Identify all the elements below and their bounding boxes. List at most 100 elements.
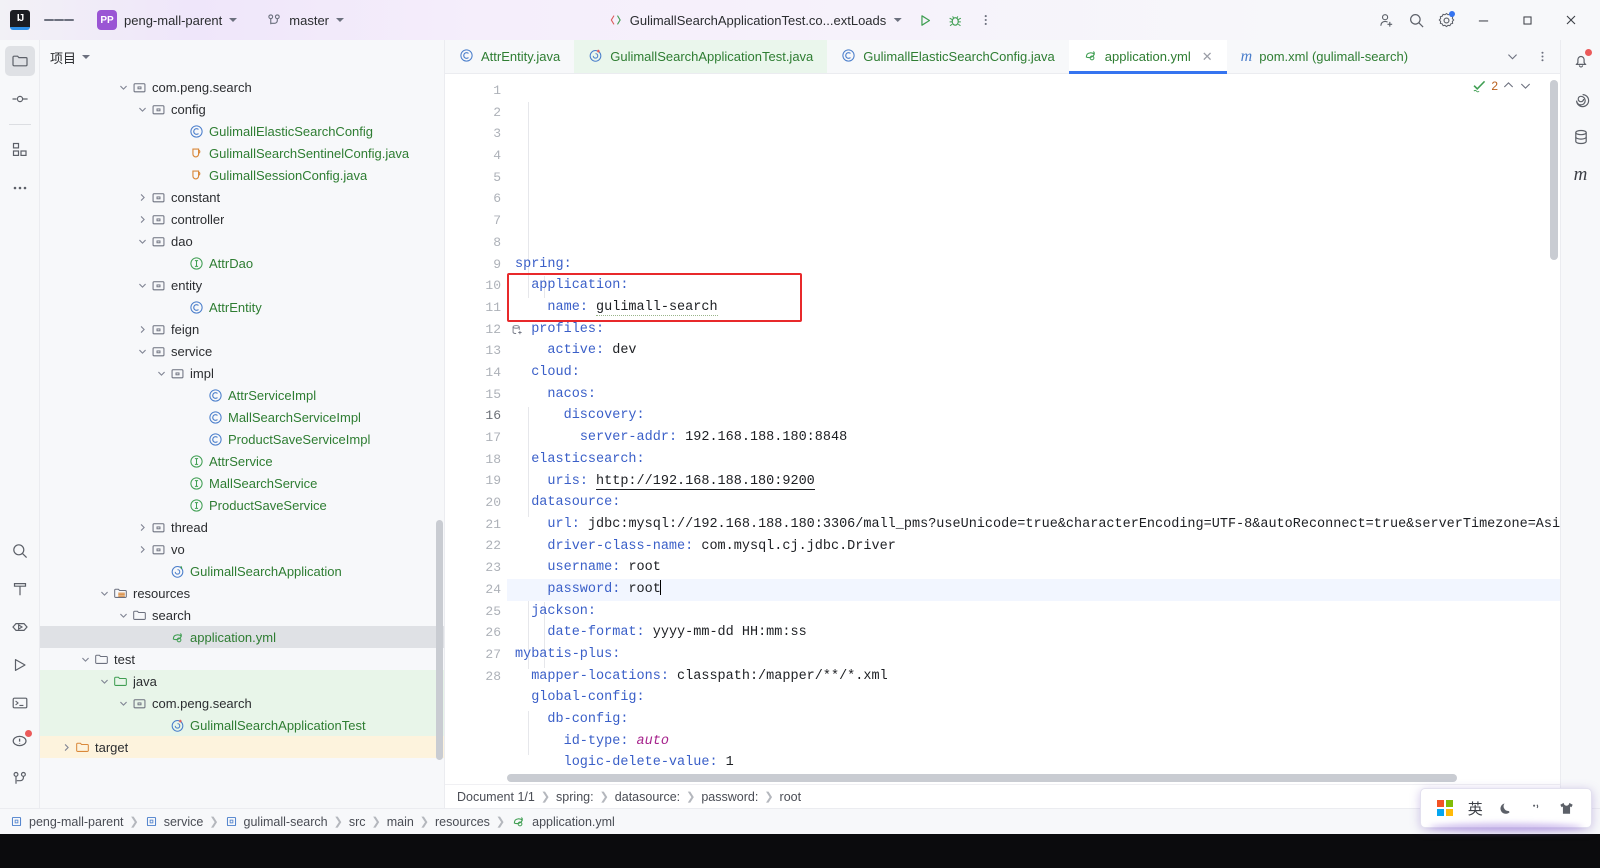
tree-expander[interactable] bbox=[135, 212, 149, 226]
tree-expander[interactable] bbox=[135, 102, 149, 116]
add-collaborator-button[interactable] bbox=[1372, 6, 1400, 34]
code-line[interactable]: cloud: bbox=[507, 362, 1560, 384]
close-tab-icon[interactable]: ✕ bbox=[1202, 49, 1213, 65]
code-line[interactable]: active: dev bbox=[507, 340, 1560, 362]
tool-window-project[interactable] bbox=[4, 46, 35, 76]
hamburger-menu-icon[interactable] bbox=[44, 5, 74, 35]
tool-window-structure[interactable] bbox=[5, 135, 35, 165]
gutter-line[interactable]: 5 bbox=[445, 167, 507, 189]
editor-gutter[interactable]: 1 2 3 4 5 6 7 8 9 10 11 12 13 14 15 16 17 18 19 20 21 22 23 24 2… bbox=[445, 74, 522, 772]
tool-window-run[interactable] bbox=[5, 650, 35, 680]
tree-node[interactable]: thread bbox=[40, 516, 444, 538]
code-line[interactable]: db-config: bbox=[507, 709, 1560, 731]
ime-language-label[interactable]: 英 bbox=[1468, 798, 1483, 819]
code-link[interactable]: http://192.168.188.180:9200 bbox=[596, 473, 815, 490]
tool-window-build[interactable] bbox=[5, 574, 35, 604]
gutter-line[interactable]: 9 bbox=[445, 254, 507, 276]
settings-button[interactable] bbox=[1432, 6, 1460, 34]
tree-expander[interactable] bbox=[135, 322, 149, 336]
tool-window-git[interactable] bbox=[5, 764, 35, 794]
tree-node[interactable]: MallSearchServiceImpl bbox=[40, 406, 444, 428]
tool-window-commit[interactable] bbox=[5, 84, 35, 114]
code-line[interactable]: application: bbox=[507, 275, 1560, 297]
tree-node[interactable]: feign bbox=[40, 318, 444, 340]
code-line[interactable]: server-addr: 192.168.188.180:8848 bbox=[507, 427, 1560, 449]
tree-node[interactable]: com.peng.search bbox=[40, 692, 444, 714]
tree-node[interactable]: search bbox=[40, 604, 444, 626]
code-line[interactable]: global-config: bbox=[507, 687, 1560, 709]
tree-expander[interactable] bbox=[154, 366, 168, 380]
code-line[interactable]: mybatis-plus: bbox=[507, 644, 1560, 666]
search-everywhere-button[interactable] bbox=[1402, 6, 1430, 34]
code-line[interactable]: spring: bbox=[507, 254, 1560, 276]
gutter-line[interactable]: 10 bbox=[445, 275, 507, 297]
tree-node[interactable]: target bbox=[40, 736, 444, 758]
tree-expander[interactable] bbox=[135, 542, 149, 556]
tree-expander[interactable] bbox=[135, 278, 149, 292]
more-run-options-button[interactable] bbox=[971, 6, 999, 34]
gutter-line[interactable]: 7 bbox=[445, 210, 507, 232]
gutter-line[interactable]: 21 bbox=[445, 514, 507, 536]
tree-node[interactable]: GulimallSearchSentinelConfig.java bbox=[40, 142, 444, 164]
more-tool-windows-button[interactable] bbox=[5, 173, 35, 203]
git-branch-selector[interactable]: master bbox=[260, 10, 351, 31]
editor-options-button[interactable] bbox=[1528, 43, 1556, 71]
maximize-button[interactable] bbox=[1506, 3, 1548, 37]
editor-tab[interactable]: GulimallElasticSearchConfig.java bbox=[827, 40, 1068, 73]
gutter-line[interactable]: 12 bbox=[445, 319, 522, 341]
code-line[interactable]: profiles: bbox=[507, 319, 1560, 341]
ai-assistant-button[interactable] bbox=[1566, 84, 1596, 114]
tree-node[interactable]: GulimallElasticSearchConfig bbox=[40, 120, 444, 142]
editor-tab[interactable]: m pom.xml (gulimall-search) bbox=[1227, 40, 1422, 73]
tool-window-problems[interactable] bbox=[5, 726, 35, 756]
tree-node[interactable]: java bbox=[40, 670, 444, 692]
code-content[interactable]: spring: application: name: gulimall-sear… bbox=[507, 74, 1560, 772]
minimize-button[interactable] bbox=[1462, 3, 1504, 37]
inspection-widget[interactable]: 2 bbox=[1472, 78, 1532, 93]
gutter-line[interactable]: 3 bbox=[445, 123, 507, 145]
editor-tab[interactable]: application.yml ✕ bbox=[1068, 40, 1227, 74]
status-crumb[interactable]: gulimall-search bbox=[225, 815, 328, 829]
editor-tabs[interactable]: AttrEntity.java GulimallSearchApplication… bbox=[445, 40, 1560, 74]
run-configuration-selector[interactable]: GulimallSearchApplicationTest.co...extLo… bbox=[601, 10, 910, 31]
tree-expander[interactable] bbox=[116, 80, 130, 94]
tree-node[interactable]: AttrDao bbox=[40, 252, 444, 274]
notifications-button[interactable] bbox=[1566, 46, 1596, 76]
code-line[interactable]: uris: http://192.168.188.180:9200 bbox=[507, 471, 1560, 493]
gutter-line[interactable]: 6 bbox=[445, 188, 507, 210]
tree-expander[interactable] bbox=[97, 586, 111, 600]
tree-expander[interactable] bbox=[116, 696, 130, 710]
run-button[interactable] bbox=[911, 6, 939, 34]
code-line[interactable]: password: root bbox=[507, 578, 1560, 601]
tree-expander[interactable] bbox=[135, 344, 149, 358]
code-line[interactable]: elasticsearch: bbox=[507, 449, 1560, 471]
gutter-line[interactable]: 11 bbox=[445, 297, 507, 319]
pinyin-icon[interactable] bbox=[1528, 801, 1543, 816]
tree-node[interactable]: entity bbox=[40, 274, 444, 296]
database-tool-button[interactable] bbox=[1566, 122, 1596, 152]
debug-button[interactable] bbox=[941, 6, 969, 34]
tree-node[interactable]: constant bbox=[40, 186, 444, 208]
code-line[interactable]: discovery: bbox=[507, 405, 1560, 427]
gutter-line[interactable]: 16 bbox=[445, 405, 507, 427]
tree-node[interactable]: dao bbox=[40, 230, 444, 252]
gutter-line[interactable]: 8 bbox=[445, 232, 507, 254]
breadcrumb-item[interactable]: datasource: bbox=[615, 790, 680, 804]
tree-expander[interactable] bbox=[135, 520, 149, 534]
code-line[interactable]: logic-delete-value: 1 bbox=[507, 752, 1560, 772]
project-selector[interactable]: PP peng-mall-parent bbox=[90, 7, 244, 33]
editor-horizontal-scrollbar[interactable] bbox=[507, 774, 1457, 782]
gutter-line[interactable]: 1 bbox=[445, 80, 507, 102]
tree-node[interactable]: ProductSaveServiceImpl bbox=[40, 428, 444, 450]
tree-expander[interactable] bbox=[78, 652, 92, 666]
tree-expander[interactable] bbox=[59, 740, 73, 754]
gutter-line[interactable]: 14 bbox=[445, 362, 507, 384]
tree-node[interactable]: impl bbox=[40, 362, 444, 384]
code-line[interactable]: driver-class-name: com.mysql.cj.jdbc.Dri… bbox=[507, 536, 1560, 558]
next-problem-icon[interactable] bbox=[1519, 79, 1532, 92]
tree-node[interactable]: ProductSaveService bbox=[40, 494, 444, 516]
tree-node[interactable]: test bbox=[40, 648, 444, 670]
status-crumb[interactable]: main bbox=[387, 815, 414, 829]
tree-node[interactable]: MallSearchService bbox=[40, 472, 444, 494]
status-crumb[interactable]: service bbox=[145, 815, 203, 829]
